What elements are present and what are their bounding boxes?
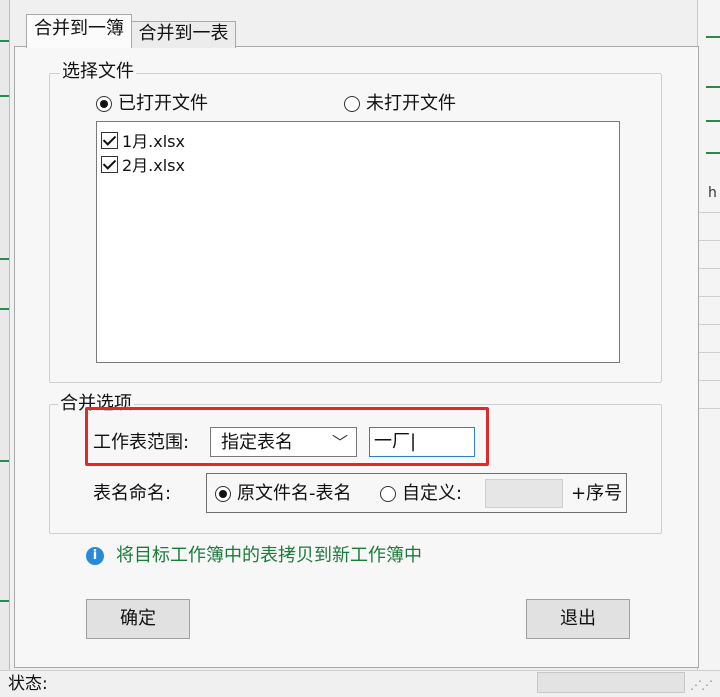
radio-button-icon bbox=[96, 96, 112, 112]
checkbox-icon[interactable] bbox=[101, 131, 118, 149]
radio-original-name[interactable]: 原文件名-表名 bbox=[215, 483, 352, 505]
file-item[interactable]: 2月.xlsx bbox=[101, 152, 185, 176]
status-field bbox=[537, 672, 685, 693]
background-spreadsheet-right: h bbox=[697, 0, 720, 670]
status-label: 状态: bbox=[8, 674, 48, 694]
info-icon: i bbox=[86, 547, 104, 565]
naming-label: 表名命名: bbox=[93, 483, 172, 504]
exit-button[interactable]: 退出 bbox=[526, 599, 630, 639]
radio-button-icon bbox=[380, 486, 396, 502]
tab-merge-to-sheet[interactable]: 合并到一表 bbox=[131, 21, 236, 48]
radio-button-icon bbox=[215, 486, 231, 502]
radio-opened-files[interactable]: 已打开文件 bbox=[96, 93, 208, 115]
file-name: 1月.xlsx bbox=[122, 132, 185, 151]
file-name: 2月.xlsx bbox=[122, 156, 185, 175]
radio-opened-files-label: 已打开文件 bbox=[118, 93, 208, 114]
radio-button-icon bbox=[344, 96, 360, 112]
select-files-legend: 选择文件 bbox=[60, 61, 136, 82]
highlight-box bbox=[85, 407, 489, 466]
background-spreadsheet-left bbox=[0, 0, 10, 670]
ok-button[interactable]: 确定 bbox=[86, 599, 190, 639]
custom-suffix-input[interactable] bbox=[485, 479, 563, 508]
tab-merge-to-workbook[interactable]: 合并到一簿 bbox=[26, 14, 132, 48]
background-header-glyph: h bbox=[708, 185, 717, 201]
resize-grip-icon[interactable]: ⋰⋰ bbox=[690, 678, 713, 692]
radio-custom-name[interactable]: 自定义: bbox=[380, 483, 462, 505]
radio-unopened-files[interactable]: 未打开文件 bbox=[344, 93, 456, 115]
checkbox-icon[interactable] bbox=[101, 155, 118, 173]
suffix-label: +序号 bbox=[571, 483, 623, 504]
info-text: 将目标工作簿中的表拷贝到新工作簿中 bbox=[116, 545, 422, 566]
radio-unopened-files-label: 未打开文件 bbox=[366, 93, 456, 114]
radio-custom-name-label: 自定义: bbox=[402, 483, 463, 504]
file-item[interactable]: 1月.xlsx bbox=[101, 128, 185, 152]
radio-original-name-label: 原文件名-表名 bbox=[237, 483, 352, 504]
file-list[interactable]: 1月.xlsx 2月.xlsx bbox=[96, 121, 620, 363]
